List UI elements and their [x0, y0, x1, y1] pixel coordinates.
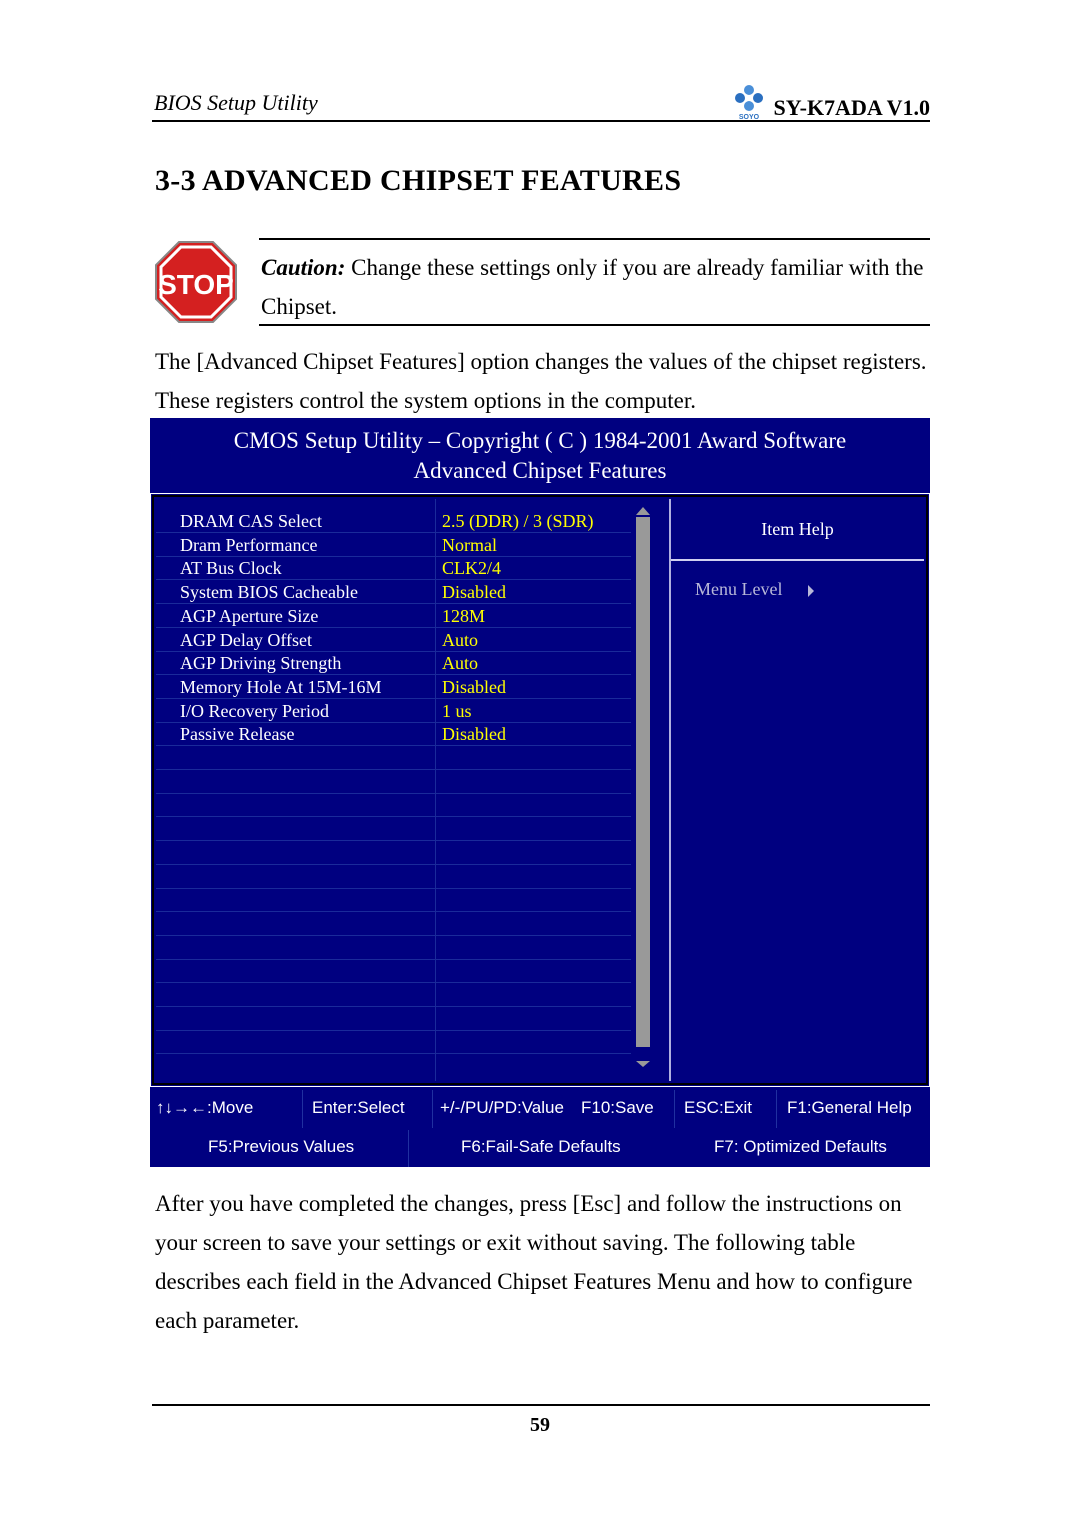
page-number: 59 — [530, 1414, 550, 1436]
key-exit: ESC:Exit — [684, 1098, 753, 1117]
settings-list: DRAM CAS Select 2.5 (DDR) / 3 (SDR) Dram P… — [156, 499, 631, 1081]
key-divider — [674, 1090, 675, 1128]
key-divider — [776, 1090, 777, 1128]
menu-level-arrow-icon — [808, 584, 815, 597]
setting-label: Memory Hole At 15M-16M — [180, 676, 382, 697]
footer-rule — [152, 1404, 930, 1406]
section-title: 3-3 ADVANCED CHIPSET FEATURES — [155, 164, 682, 197]
key-general-help: F1:General Help — [787, 1098, 912, 1117]
setting-label: AGP Delay Offset — [180, 629, 312, 650]
intro-paragraph: The [Advanced Chipset Features] option c… — [155, 349, 927, 413]
bios-frame: DRAM CAS Select 2.5 (DDR) / 3 (SDR) Dram P… — [150, 493, 930, 1087]
header-model: SY-K7ADA V1.0 — [773, 95, 930, 120]
empty-row — [156, 983, 631, 1007]
setting-label: I/O Recovery Period — [180, 700, 329, 721]
bios-title-copyright: CMOS Setup Utility – Copyright ( C ) 198… — [233, 428, 847, 453]
key-divider — [302, 1090, 303, 1128]
key-optimized-defaults: F7: Optimized Defaults — [714, 1137, 887, 1156]
key-select: Enter:Select — [312, 1098, 405, 1117]
setting-value[interactable]: 2.5 (DDR) / 3 (SDR) — [442, 511, 594, 532]
setting-row[interactable]: AT Bus Clock CLK2/4 — [156, 556, 631, 581]
empty-row — [156, 817, 631, 842]
key-legend: ↑↓→←:Move Enter:Select +/-/PU/PD:Value F… — [150, 1090, 930, 1167]
setting-value[interactable]: Auto — [442, 653, 478, 674]
setting-value[interactable]: Disabled — [442, 677, 506, 698]
caution-box: STOP Caution: Change these settings only… — [152, 238, 930, 326]
scrollbar[interactable] — [636, 517, 650, 1047]
setting-value[interactable]: Disabled — [442, 582, 506, 603]
empty-row — [156, 936, 631, 960]
empty-row — [156, 793, 631, 818]
empty-row — [156, 912, 631, 936]
setting-row[interactable]: Passive Release Disabled — [156, 722, 631, 747]
svg-text:SOYO: SOYO — [738, 114, 759, 120]
header-right: SOYO SY-K7ADA V1.0 — [732, 85, 930, 126]
stop-sign-icon: STOP — [155, 241, 237, 323]
setting-value[interactable]: Disabled — [442, 724, 506, 745]
setting-row[interactable]: AGP Aperture Size 128M — [156, 604, 631, 628]
bios-screen: CMOS Setup Utility – Copyright ( C ) 198… — [150, 418, 930, 1167]
setting-row[interactable]: AGP Delay Offset Auto — [156, 628, 631, 652]
key-previous-values: F5:Previous Values — [208, 1137, 355, 1156]
setting-row[interactable]: AGP Driving Strength Auto — [156, 651, 631, 676]
setting-label: Passive Release — [180, 724, 295, 745]
menu-level-label: Menu Level — [695, 579, 783, 599]
setting-label: AT Bus Clock — [180, 558, 282, 579]
caution-body: Change these settings only if you are al… — [261, 255, 924, 319]
setting-label: Dram Performance — [180, 534, 318, 555]
empty-row — [156, 1007, 631, 1031]
empty-row — [156, 746, 631, 770]
setting-row[interactable]: Memory Hole At 15M-16M Disabled — [156, 675, 631, 699]
key-failsafe-defaults: F6:Fail-Safe Defaults — [461, 1137, 621, 1156]
setting-value[interactable]: 128M — [442, 606, 485, 627]
page-header: BIOS Setup Utility SOYO SY-K7ADA V1.0 — [152, 85, 930, 122]
setting-value[interactable]: CLK2/4 — [442, 558, 501, 579]
setting-label: AGP Aperture Size — [180, 605, 319, 626]
bios-title-page: Advanced Chipset Features — [413, 458, 667, 483]
setting-label: DRAM CAS Select — [180, 511, 323, 531]
key-value: +/-/PU/PD:Value — [440, 1098, 564, 1117]
svg-text:STOP: STOP — [158, 269, 234, 300]
setting-row[interactable]: Dram Performance Normal — [156, 533, 631, 557]
setting-value[interactable]: 1 us — [442, 701, 472, 722]
setting-label: AGP Driving Strength — [180, 653, 342, 674]
closing-paragraph: After you have completed the changes, pr… — [155, 1191, 913, 1333]
key-save: F10:Save — [581, 1098, 654, 1117]
setting-label: System BIOS Cacheable — [180, 582, 358, 603]
empty-row — [156, 1030, 631, 1055]
key-divider — [408, 1130, 409, 1167]
item-help-panel: Item Help Menu Level — [671, 499, 924, 1081]
empty-row — [156, 959, 631, 984]
scroll-down-arrow-icon[interactable] — [636, 1061, 650, 1067]
empty-row — [156, 770, 631, 794]
setting-value[interactable]: Normal — [442, 535, 497, 556]
bios-title: CMOS Setup Utility – Copyright ( C ) 198… — [150, 426, 930, 486]
empty-row — [156, 841, 631, 865]
caution-label: Caution: — [261, 255, 346, 280]
item-help-heading: Item Help — [671, 499, 924, 561]
empty-row — [156, 888, 631, 913]
menu-level: Menu Level — [695, 579, 815, 600]
setting-value[interactable]: Auto — [442, 630, 478, 651]
header-left-title: BIOS Setup Utility — [154, 90, 318, 115]
soyo-logo-icon: SOYO — [734, 85, 763, 120]
scroll-up-arrow-icon[interactable] — [636, 507, 650, 515]
empty-row — [156, 865, 631, 889]
caution-text: Caution: Change these settings only if y… — [261, 248, 926, 326]
key-divider — [432, 1090, 433, 1128]
key-move: ↑↓→←:Move — [156, 1098, 254, 1117]
setting-row[interactable]: System BIOS Cacheable Disabled — [156, 580, 631, 605]
setting-row[interactable]: DRAM CAS Select 2.5 (DDR) / 3 (SDR) — [156, 509, 631, 533]
setting-row[interactable]: I/O Recovery Period 1 us — [156, 699, 631, 723]
